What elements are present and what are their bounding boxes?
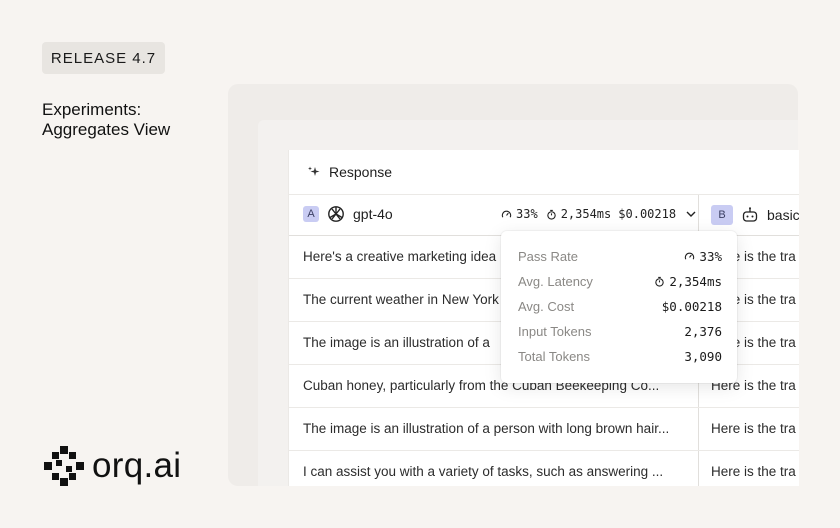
gauge-icon [501, 210, 512, 218]
latency-value: 2,354ms [560, 207, 612, 221]
input-tokens-value: 2,376 [684, 323, 722, 339]
openai-logo-icon [328, 206, 344, 222]
cost-tt-value: $0.00218 [661, 298, 722, 314]
pass-rate-stat: 33% [501, 207, 538, 221]
aggregates-tooltip: Pass Rate 33% Avg. Latency 2,354ms Avg. … [501, 231, 737, 383]
tooltip-total-tokens: Total Tokens 3,090 [518, 346, 722, 366]
tooltip-input-tokens: Input Tokens 2,376 [518, 321, 722, 341]
response-header[interactable]: Response [289, 150, 799, 195]
response-a-cell: I can assist you with a variety of tasks… [303, 464, 664, 479]
model-a-stats[interactable]: 33% 2,354ms $0.00218 [501, 207, 697, 221]
latency-label: Avg. Latency [518, 273, 593, 289]
latency-stat: 2,354ms [546, 207, 612, 221]
cost-value: $0.00218 [618, 207, 677, 221]
total-tokens-label: Total Tokens [518, 348, 591, 364]
tooltip-cost: Avg. Cost $0.00218 [518, 296, 722, 316]
table-row[interactable]: I can assist you with a variety of tasks… [289, 451, 799, 486]
model-b-name: basic [767, 207, 799, 223]
cost-label: Avg. Cost [518, 298, 575, 314]
chevron-down-icon[interactable] [685, 208, 697, 220]
model-a-name: gpt-4o [353, 206, 393, 222]
model-b-badge: B [711, 205, 733, 225]
orq-logo-icon [44, 446, 84, 486]
response-label: Response [329, 164, 393, 180]
stopwatch-icon [546, 209, 556, 220]
tooltip-latency: Avg. Latency 2,354ms [518, 271, 722, 291]
pass-rate-tt-value: 33% [699, 248, 722, 264]
headline-line-1: Experiments: [42, 100, 142, 119]
response-a-cell: The image is an illustration of a person… [303, 421, 670, 436]
total-tokens-value: 3,090 [684, 348, 722, 364]
response-b-cell: Here is the tra [711, 464, 796, 479]
tooltip-pass-rate: Pass Rate 33% [518, 246, 722, 266]
sparkle-icon [308, 166, 320, 176]
model-b-header[interactable]: B basic [711, 205, 799, 225]
pass-rate-tt-value-wrap: 33% [684, 249, 722, 264]
response-b-cell: Here is the tra [711, 421, 796, 436]
pass-rate-value: 33% [516, 207, 538, 221]
latency-tt-value: 2,354ms [669, 273, 722, 289]
stopwatch-icon [655, 276, 665, 287]
model-a-header[interactable]: A gpt-4o [303, 205, 393, 223]
table-row[interactable]: The image is an illustration of a person… [289, 408, 799, 451]
model-header-row: A gpt-4o 33% 2,354ms $0.00218 B basic [289, 195, 799, 236]
model-a-badge: A [303, 206, 319, 222]
latency-tt-value-wrap: 2,354ms [654, 274, 722, 289]
brand-name: orq.ai [92, 446, 182, 485]
robot-icon [742, 207, 758, 222]
brand-logo: orq.ai [42, 444, 181, 488]
headline: Experiments: Aggregates View [42, 100, 170, 140]
input-tokens-label: Input Tokens [518, 323, 592, 339]
pass-rate-label: Pass Rate [518, 248, 578, 264]
release-badge: RELEASE 4.7 [42, 42, 165, 74]
headline-line-2: Aggregates View [42, 120, 171, 139]
gauge-icon [685, 252, 695, 260]
